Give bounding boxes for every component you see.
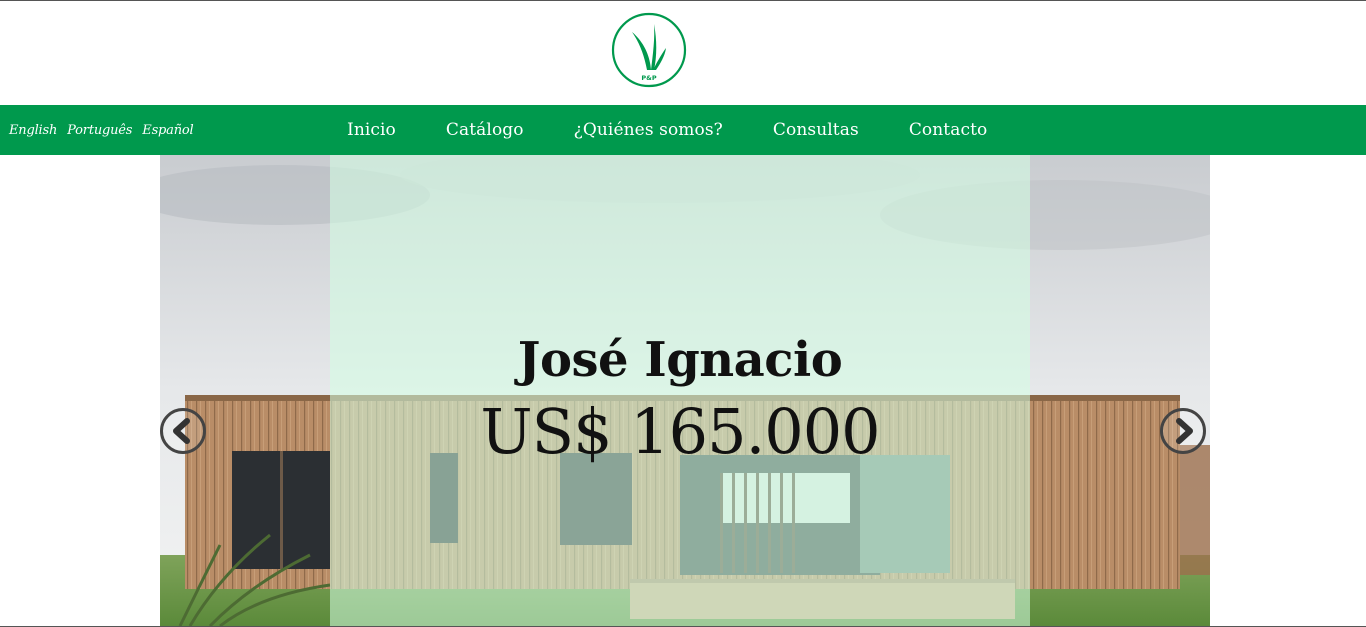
main-navbar: English Português Español Inicio Catálog… (0, 105, 1366, 155)
language-switcher: English Português Español (9, 105, 203, 155)
slide-title: José Ignacio (517, 332, 843, 388)
lang-english[interactable]: English (9, 123, 57, 138)
brand-logo[interactable]: P&P (611, 12, 687, 88)
previous-slide-button[interactable] (160, 408, 206, 454)
slide-price: US$ 165.000 (480, 395, 880, 468)
svg-text:P&P: P&P (641, 74, 656, 82)
image-slider: José Ignacio US$ 165.000 (160, 155, 1210, 626)
menu-item-consultas[interactable]: Consultas (773, 120, 859, 140)
menu-item-contacto[interactable]: Contacto (909, 120, 988, 140)
slide-caption-panel: José Ignacio US$ 165.000 (330, 155, 1030, 626)
menu-item-catalogo[interactable]: Catálogo (446, 120, 524, 140)
next-slide-button[interactable] (1160, 408, 1206, 454)
main-menu: Inicio Catálogo ¿Quiénes somos? Consulta… (347, 105, 1037, 155)
leaf-logo-icon: P&P (611, 12, 687, 88)
menu-item-inicio[interactable]: Inicio (347, 120, 396, 140)
site-header: P&P (0, 1, 1366, 105)
chevron-right-icon (1176, 418, 1193, 444)
lang-espanol[interactable]: Español (142, 123, 193, 138)
menu-item-quienes-somos[interactable]: ¿Quiénes somos? (574, 120, 723, 140)
lang-portugues[interactable]: Português (67, 123, 132, 138)
chevron-left-icon (173, 418, 190, 444)
